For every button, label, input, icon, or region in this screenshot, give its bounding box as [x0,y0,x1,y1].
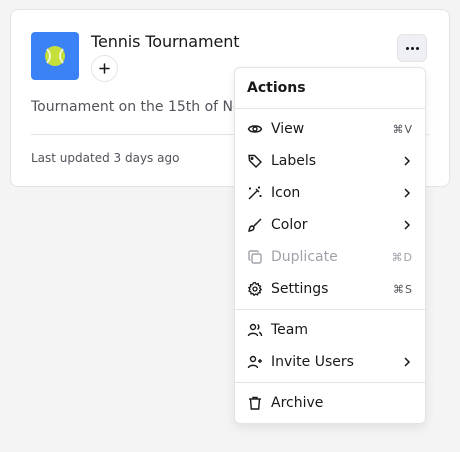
ellipsis-icon [405,46,409,50]
plus-icon [99,63,110,74]
project-description: Tournament on the 15th of November [31,99,236,115]
paintbrush-icon [247,217,263,233]
magic-wand-icon [247,185,263,201]
eye-icon [247,121,263,137]
actions-menu: Actions View ⌘V Labels Icon Color Duplic… [234,67,426,424]
tag-icon [247,153,263,169]
shortcut: ⌘D [391,250,413,264]
menu-item-color[interactable]: Color [239,209,421,241]
add-button[interactable] [91,55,118,82]
project-avatar [31,32,79,80]
menu-item-label: Icon [271,185,301,201]
menu-item-duplicate[interactable]: Duplicate ⌘D [239,241,421,273]
menu-item-label: Duplicate [271,249,338,265]
menu-item-label: Settings [271,281,329,297]
user-plus-icon [247,354,263,370]
menu-item-archive[interactable]: Archive [239,387,421,419]
menu-item-team[interactable]: Team [239,314,421,346]
menu-item-icon[interactable]: Icon [239,177,421,209]
menu-item-view[interactable]: View ⌘V [239,113,421,145]
menu-item-label: Archive [271,395,324,411]
more-actions-button[interactable] [397,34,427,62]
last-updated: Last updated 3 days ago [31,151,180,165]
menu-header: Actions [247,80,306,96]
menu-item-label: Color [271,217,308,233]
trash-icon [247,395,263,411]
gear-icon [247,281,263,297]
chevron-right-icon [404,357,411,367]
menu-item-label: Labels [271,153,317,169]
menu-item-label: Team [271,322,309,338]
shortcut: ⌘V [392,122,413,136]
chevron-right-icon [404,188,411,198]
users-icon [247,322,263,338]
chevron-right-icon [404,156,411,166]
shortcut: ⌘S [393,282,413,296]
copy-icon [247,249,263,265]
chevron-right-icon [404,220,411,230]
menu-item-invite-users[interactable]: Invite Users [239,346,421,378]
tennis-ball-icon [45,46,65,66]
menu-item-label: View [271,121,305,137]
menu-item-settings[interactable]: Settings ⌘S [239,273,421,305]
menu-item-label: Invite Users [271,354,354,370]
menu-item-labels[interactable]: Labels [239,145,421,177]
project-title: Tennis Tournament [91,32,240,51]
